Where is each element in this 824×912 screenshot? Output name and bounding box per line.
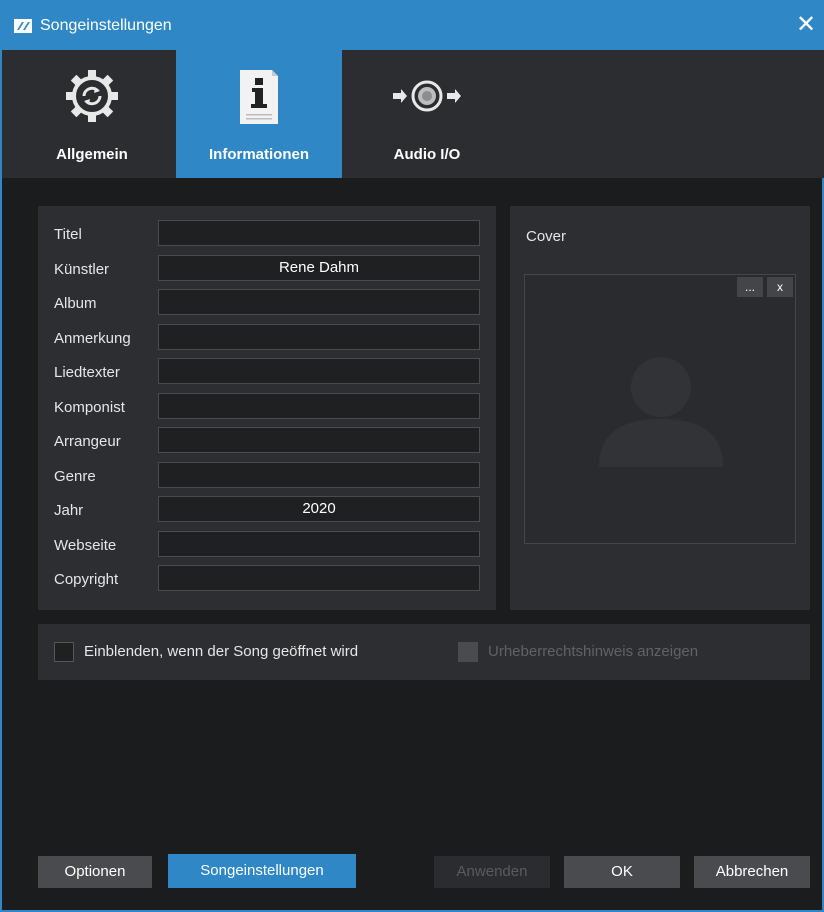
tab-audio-io-label: Audio I/O bbox=[393, 146, 461, 163]
field-label-genre: Genre bbox=[54, 468, 96, 485]
anmerkung-field[interactable] bbox=[158, 324, 480, 350]
komponist-field[interactable] bbox=[158, 393, 480, 419]
info-form-panel: Titel Künstler Rene Dahm Album Anmerkung… bbox=[38, 206, 496, 610]
titel-field[interactable] bbox=[158, 220, 480, 246]
close-button[interactable]: ✕ bbox=[786, 0, 824, 50]
audio-io-icon bbox=[393, 80, 461, 112]
field-label-anmerkung: Anmerkung bbox=[54, 330, 131, 347]
field-label-kuenstler: Künstler bbox=[54, 261, 110, 278]
show-copyright-checkbox[interactable] bbox=[458, 642, 478, 662]
album-field[interactable] bbox=[158, 289, 480, 315]
content-area: Titel Künstler Rene Dahm Album Anmerkung… bbox=[2, 178, 824, 912]
cancel-button[interactable]: Abbrechen bbox=[694, 856, 810, 888]
show-on-open-checkbox[interactable] bbox=[54, 642, 74, 662]
show-copyright-label: Urheberrechtshinweis anzeigen bbox=[488, 643, 699, 660]
show-on-open-label: Einblenden, wenn der Song geöffnet wird bbox=[84, 643, 359, 660]
tab-informationen-label: Informationen bbox=[209, 146, 309, 163]
tab-bar: Allgemein Informationen Audio I/O bbox=[2, 50, 824, 178]
genre-field[interactable] bbox=[158, 462, 480, 488]
options-button[interactable]: Optionen bbox=[38, 856, 152, 888]
liedtexter-field[interactable] bbox=[158, 358, 480, 384]
window-title: Songeinstellungen bbox=[40, 17, 172, 34]
browse-cover-button[interactable]: ... bbox=[737, 277, 763, 297]
jahr-field[interactable]: 2020 bbox=[158, 496, 480, 522]
field-label-jahr: Jahr bbox=[54, 502, 84, 519]
kuenstler-field[interactable]: Rene Dahm bbox=[158, 255, 480, 281]
cover-title: Cover bbox=[526, 228, 567, 245]
field-label-album: Album bbox=[54, 295, 97, 312]
song-settings-dialog: Songeinstellungen ✕ Allgemein Informatio… bbox=[0, 0, 824, 912]
copyright-field[interactable] bbox=[158, 565, 480, 591]
remove-cover-button[interactable]: x bbox=[767, 277, 793, 297]
cover-image-drop-area[interactable]: ... x bbox=[524, 274, 796, 544]
song-settings-button[interactable]: Songeinstellungen bbox=[168, 854, 356, 888]
field-label-copyright: Copyright bbox=[54, 571, 119, 588]
tab-allgemein[interactable]: Allgemein bbox=[38, 50, 146, 178]
tab-informationen[interactable]: Informationen bbox=[176, 50, 342, 178]
tab-audio-io[interactable]: Audio I/O bbox=[372, 50, 482, 178]
gear-sync-icon bbox=[66, 70, 118, 122]
cover-placeholder-person-icon bbox=[599, 357, 723, 467]
arrangeur-field[interactable] bbox=[158, 427, 480, 453]
options-strip: Einblenden, wenn der Song geöffnet wird … bbox=[38, 624, 810, 680]
tab-allgemein-label: Allgemein bbox=[56, 146, 128, 163]
webseite-field[interactable] bbox=[158, 531, 480, 557]
field-label-titel: Titel bbox=[54, 226, 82, 243]
field-label-liedtexter: Liedtexter bbox=[54, 364, 120, 381]
field-label-komponist: Komponist bbox=[54, 399, 125, 416]
apply-button[interactable]: Anwenden bbox=[434, 856, 550, 888]
ok-button[interactable]: OK bbox=[564, 856, 680, 888]
info-document-icon bbox=[240, 70, 278, 124]
field-label-webseite: Webseite bbox=[54, 537, 117, 554]
app-logo-icon bbox=[14, 19, 32, 33]
field-label-arrangeur: Arrangeur bbox=[54, 433, 121, 450]
title-bar: Songeinstellungen ✕ bbox=[2, 0, 824, 50]
cover-panel: Cover ... x bbox=[510, 206, 810, 610]
